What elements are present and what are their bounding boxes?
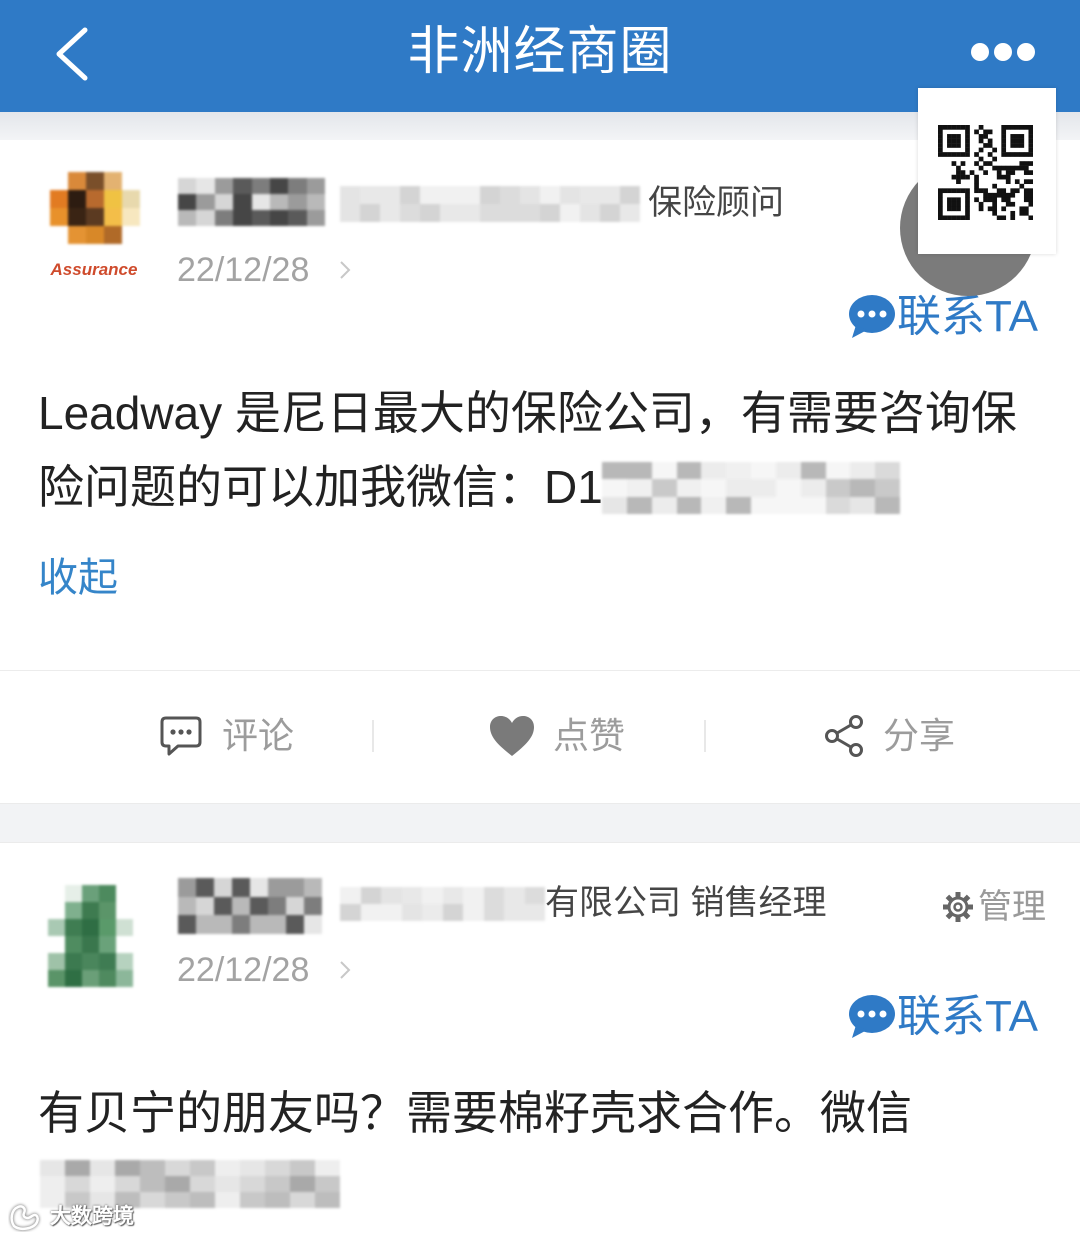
chevron-right-icon — [340, 261, 351, 279]
chat-bubble-icon — [849, 995, 895, 1038]
qr-code-icon — [938, 125, 1033, 220]
chat-bubble-icon — [849, 295, 895, 338]
avatar-image — [48, 885, 133, 987]
avatar[interactable] — [48, 885, 133, 987]
contact-label: 联系TA — [897, 992, 1038, 1041]
comment-button[interactable]: 评论 — [160, 710, 300, 762]
like-label: 点赞 — [553, 715, 626, 756]
contact-button[interactable]: 联系TA — [848, 990, 1048, 1044]
screen: 非洲经商圈 Assurance 保险顾问 22/12/28 联系TA Leadw… — [0, 0, 1080, 1236]
page-title: 非洲经商圈 — [407, 23, 673, 81]
action-separator — [372, 720, 374, 752]
avatar-logo-image — [50, 172, 140, 244]
avatar[interactable]: Assurance — [50, 170, 142, 298]
collapse-link[interactable]: 收起 — [38, 553, 118, 603]
more-button[interactable] — [960, 36, 1044, 68]
post-separator-band — [0, 803, 1080, 843]
author-title: 有限公司 销售经理 — [545, 884, 827, 922]
share-label: 分享 — [883, 715, 956, 756]
action-bar-divider — [0, 670, 1080, 671]
comment-icon — [160, 716, 202, 756]
share-button[interactable]: 分享 — [824, 710, 964, 762]
watermark-logo-icon — [10, 1205, 39, 1231]
action-separator — [704, 720, 706, 752]
post-body-line: Leadway 是尼日最大的保险公司，有需要咨询保 — [38, 387, 1017, 439]
author-title: 保险顾问 — [648, 184, 784, 222]
manage-button[interactable]: 管理 — [942, 885, 1048, 929]
blurred-username — [178, 878, 322, 934]
comment-label: 评论 — [222, 715, 295, 756]
qr-code-card — [918, 88, 1056, 254]
like-button[interactable]: 点赞 — [488, 710, 638, 762]
post-date: 22/12/28 — [177, 251, 310, 289]
watermark: 大数跨境 — [8, 1200, 158, 1234]
watermark-text: 大数跨境 — [50, 1205, 134, 1228]
blurred-wechat-id — [602, 462, 900, 514]
post-body-line: 有贝宁的朋友吗？需要棉籽壳求合作。微信 — [38, 1087, 912, 1139]
share-icon — [825, 715, 863, 757]
contact-label: 联系TA — [897, 292, 1038, 341]
post-date: 22/12/28 — [177, 951, 310, 989]
post-body-line: 险问题的可以加我微信：D1 — [38, 461, 603, 513]
blurred-username — [178, 178, 325, 226]
avatar-logo-text: Assurance — [50, 260, 138, 279]
chevron-left-icon — [56, 27, 88, 81]
manage-label: 管理 — [978, 888, 1046, 926]
contact-button[interactable]: 联系TA — [848, 290, 1048, 344]
back-button[interactable] — [40, 20, 104, 88]
blurred-company — [340, 887, 545, 921]
blurred-company — [340, 186, 640, 222]
chevron-right-icon — [340, 961, 351, 979]
gear-icon — [943, 892, 973, 922]
heart-icon — [490, 716, 534, 756]
more-dots-icon — [971, 43, 1035, 61]
